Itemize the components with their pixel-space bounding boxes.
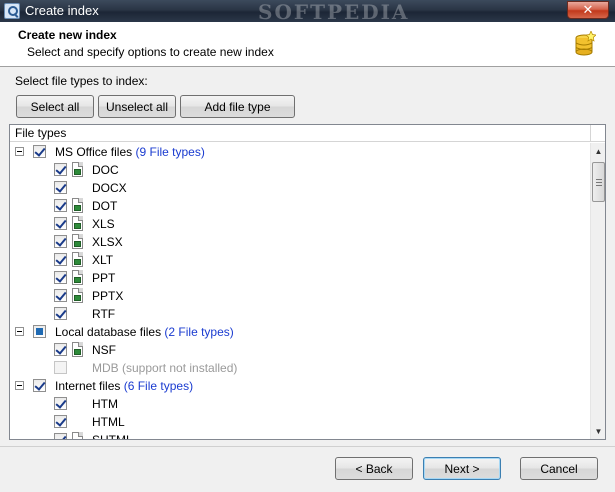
tree-group-row[interactable]: MS Office files (9 File types) bbox=[10, 143, 590, 161]
tree-group-row[interactable]: Local database files (2 File types) bbox=[10, 323, 590, 341]
file-type-label: SHTML bbox=[92, 433, 133, 440]
group-label: Local database files (2 File types) bbox=[55, 325, 234, 339]
database-star-icon bbox=[575, 31, 596, 56]
file-type-checkbox[interactable] bbox=[54, 163, 67, 176]
close-icon: ✕ bbox=[582, 2, 594, 17]
file-type-row[interactable]: NSF bbox=[10, 341, 590, 359]
file-type-row[interactable]: HTML bbox=[10, 413, 590, 431]
file-type-checkbox[interactable] bbox=[54, 217, 67, 230]
file-type-label: PPT bbox=[92, 271, 116, 285]
group-checkbox[interactable] bbox=[33, 325, 46, 338]
group-count: (9 File types) bbox=[135, 145, 205, 159]
group-name: Local database files bbox=[55, 325, 162, 339]
file-type-label: XLT bbox=[92, 253, 114, 267]
file-type-row[interactable]: DOT bbox=[10, 197, 590, 215]
scroll-down-icon[interactable]: ▼ bbox=[591, 423, 605, 439]
wizard-header: Create new index Select and specify opti… bbox=[0, 22, 615, 67]
file-type-checkbox[interactable] bbox=[54, 235, 67, 248]
add-file-type-button[interactable]: Add file type bbox=[180, 95, 295, 118]
group-label: Internet files (6 File types) bbox=[55, 379, 193, 393]
cancel-button[interactable]: Cancel bbox=[520, 457, 598, 480]
file-type-row[interactable]: PPTX bbox=[10, 287, 590, 305]
document-icon bbox=[71, 234, 84, 250]
group-name: MS Office files bbox=[55, 145, 133, 159]
group-checkbox[interactable] bbox=[33, 145, 46, 158]
scroll-up-icon[interactable]: ▲ bbox=[591, 143, 605, 160]
file-type-label: DOC bbox=[92, 163, 119, 177]
close-button[interactable]: ✕ bbox=[567, 1, 609, 19]
document-icon bbox=[71, 288, 84, 304]
file-type-label: HTML bbox=[92, 415, 125, 429]
file-type-checkbox[interactable] bbox=[54, 343, 67, 356]
select-all-button[interactable]: Select all bbox=[16, 95, 94, 118]
group-checkbox[interactable] bbox=[33, 379, 46, 392]
document-icon bbox=[71, 252, 84, 268]
file-type-label: DOT bbox=[92, 199, 118, 213]
collapse-toggle-icon[interactable] bbox=[15, 147, 24, 156]
next-button[interactable]: Next > bbox=[423, 457, 501, 480]
grip-line bbox=[596, 182, 602, 183]
tree-group-row[interactable]: Internet files (6 File types) bbox=[10, 377, 590, 395]
file-type-checkbox[interactable] bbox=[54, 271, 67, 284]
group-count: (2 File types) bbox=[164, 325, 234, 339]
unselect-all-button[interactable]: Unselect all bbox=[98, 95, 176, 118]
file-type-row[interactable]: RTF bbox=[10, 305, 590, 323]
collapse-toggle-icon[interactable] bbox=[15, 381, 24, 390]
title-bar: Create index SOFTPEDIA ✕ bbox=[0, 0, 615, 24]
file-type-label: PPTX bbox=[92, 289, 124, 303]
file-type-label: NSF bbox=[92, 343, 116, 357]
group-label: MS Office files (9 File types) bbox=[55, 145, 205, 159]
document-icon bbox=[71, 162, 84, 178]
select-file-types-label: Select file types to index: bbox=[15, 74, 148, 88]
group-name: Internet files bbox=[55, 379, 121, 393]
file-type-label: MDB (support not installed) bbox=[92, 361, 238, 375]
file-type-label: XLS bbox=[92, 217, 115, 231]
file-type-row[interactable]: XLT bbox=[10, 251, 590, 269]
file-type-row[interactable]: PPT bbox=[10, 269, 590, 287]
tree-column-header[interactable]: File types bbox=[10, 125, 605, 142]
file-type-checkbox[interactable] bbox=[54, 199, 67, 212]
file-type-row[interactable]: DOC bbox=[10, 161, 590, 179]
footer-divider bbox=[0, 446, 615, 447]
file-type-row[interactable]: MDB (support not installed) bbox=[10, 359, 590, 377]
grip-line bbox=[596, 185, 602, 186]
file-type-row[interactable]: SHTML bbox=[10, 431, 590, 440]
document-icon bbox=[71, 198, 84, 214]
document-icon bbox=[71, 216, 84, 232]
file-type-checkbox[interactable] bbox=[54, 307, 67, 320]
file-type-row[interactable]: HTM bbox=[10, 395, 590, 413]
window-title: Create index bbox=[25, 3, 99, 18]
file-types-tree[interactable]: File types MS Office files (9 File types… bbox=[9, 124, 606, 440]
header-subtitle: Select and specify options to create new… bbox=[27, 45, 274, 59]
collapse-toggle-icon[interactable] bbox=[15, 327, 24, 336]
document-icon bbox=[71, 342, 84, 358]
back-button[interactable]: < Back bbox=[335, 457, 413, 480]
file-type-checkbox[interactable] bbox=[54, 181, 67, 194]
column-header-label: File types bbox=[15, 126, 67, 140]
file-type-checkbox[interactable] bbox=[54, 397, 67, 410]
file-type-label: HTM bbox=[92, 397, 118, 411]
group-count: (6 File types) bbox=[123, 379, 194, 393]
file-type-row[interactable]: DOCX bbox=[10, 179, 590, 197]
file-type-row[interactable]: XLS bbox=[10, 215, 590, 233]
header-divider bbox=[590, 125, 591, 142]
file-type-checkbox[interactable] bbox=[54, 289, 67, 302]
file-type-label: DOCX bbox=[92, 181, 127, 195]
file-type-checkbox bbox=[54, 361, 67, 374]
scroll-thumb[interactable] bbox=[592, 162, 605, 202]
header-title: Create new index bbox=[18, 28, 117, 42]
file-type-checkbox[interactable] bbox=[54, 253, 67, 266]
file-type-row[interactable]: XLSX bbox=[10, 233, 590, 251]
watermark-text: SOFTPEDIA bbox=[258, 0, 410, 24]
document-icon bbox=[71, 270, 84, 286]
file-type-label: RTF bbox=[92, 307, 116, 321]
document-icon bbox=[71, 432, 84, 439]
grip-line bbox=[596, 179, 602, 180]
file-type-checkbox[interactable] bbox=[54, 415, 67, 428]
vertical-scrollbar[interactable]: ▲ ▼ bbox=[590, 143, 605, 439]
file-type-checkbox[interactable] bbox=[54, 433, 67, 439]
app-search-icon bbox=[4, 3, 20, 19]
file-type-label: XLSX bbox=[92, 235, 123, 249]
